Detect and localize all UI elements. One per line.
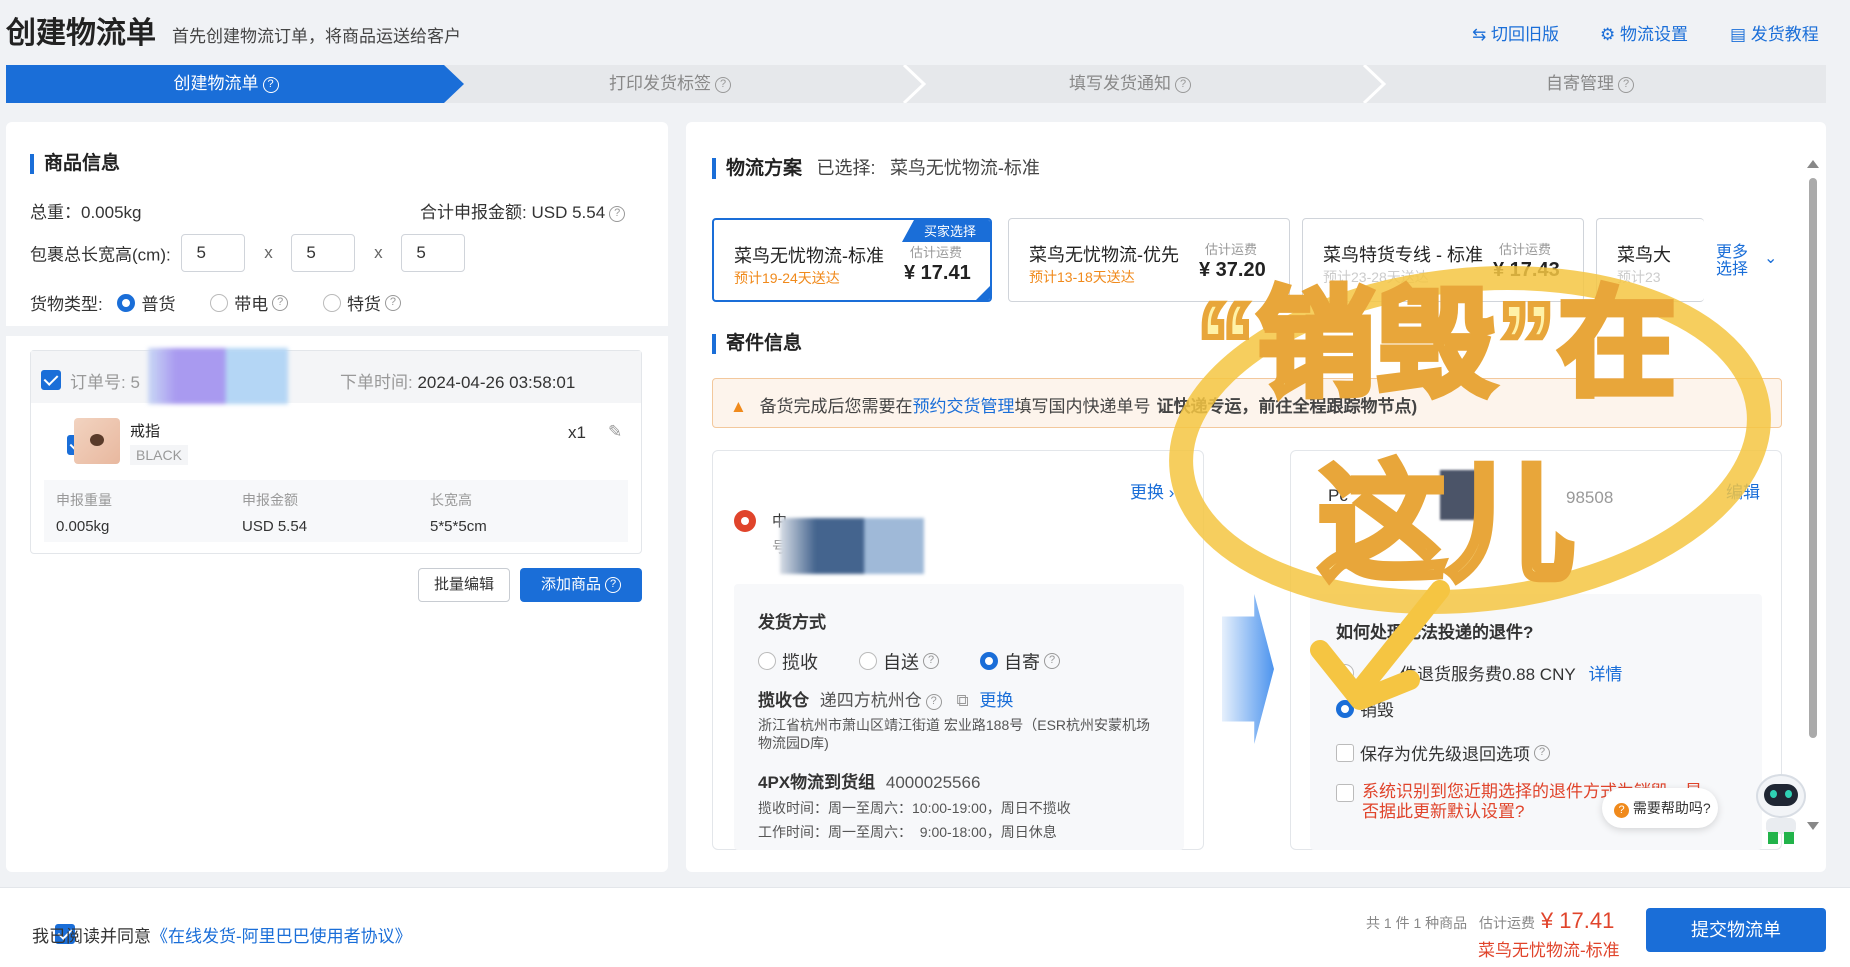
annotation-text-line2: 这儿 <box>1315 450 1577 599</box>
robot-assistant-icon[interactable] <box>1750 774 1812 844</box>
order-number-masked <box>148 348 288 404</box>
batch-edit-button[interactable]: 批量编辑 <box>418 568 510 602</box>
step-create[interactable]: 创建物流单? <box>6 65 446 103</box>
switch-old-link[interactable]: ⇆ 切回旧版 <box>1472 20 1559 45</box>
pickup-time: 揽收时间：周一至周六：10:00-19:00，周日不揽收 <box>758 800 1071 816</box>
order-time: 下单时间: 2024-04-26 03:58:01 <box>340 373 576 392</box>
cargo-type-row: 货物类型: 普货 带电? 特货? <box>30 290 401 315</box>
scroll-down-icon[interactable] <box>1807 822 1819 830</box>
step-print-label[interactable]: 打印发货标签? <box>460 65 880 103</box>
method-dropoff[interactable]: 自送? <box>859 650 940 672</box>
goods-title: 商品信息 <box>30 154 120 174</box>
appointment-link[interactable]: 预约交货管理 <box>913 397 1015 416</box>
help-icon[interactable]: ? <box>923 653 940 669</box>
step-self-send[interactable]: 自寄管理? <box>1380 65 1800 103</box>
copy-icon[interactable]: ⧉ <box>956 691 968 710</box>
cargo-type-general[interactable]: 普货 <box>117 292 175 314</box>
help-icon[interactable]: ? <box>272 294 289 311</box>
step-fill-notice[interactable]: 填写发货通知? <box>920 65 1340 103</box>
width-input[interactable]: 5 <box>291 234 356 272</box>
detail-weight: 0.005kg <box>56 518 110 535</box>
help-icon[interactable]: ? <box>1618 76 1634 93</box>
method-pickup[interactable]: 揽收 <box>758 650 818 672</box>
add-goods-button[interactable]: 添加商品? <box>520 568 642 602</box>
detail-amount: USD 5.54 <box>242 518 308 535</box>
order-checkbox[interactable] <box>41 370 61 390</box>
ship-method-row: 揽收 自送? 自寄? <box>758 648 1061 674</box>
warehouse-row: 揽收仓 递四方杭州仓? ⧉ 更换 <box>758 691 1014 710</box>
warning-icon: ▲ <box>730 397 747 416</box>
help-icon[interactable]: ? <box>715 76 731 93</box>
detail-header-weight: 申报重量 <box>56 492 112 508</box>
item-qty: x1 <box>568 423 586 442</box>
agreement-link[interactable]: 《在线发货-阿里巴巴使用者协议》 <box>151 927 412 946</box>
summary-row: 共 1 件 1 种商品 估计运费 ¥ 17.41 <box>1366 908 1615 933</box>
help-icon: ? <box>605 577 621 594</box>
divider <box>6 326 668 336</box>
length-input[interactable]: 5 <box>181 234 246 272</box>
agree-text: 我已阅读并同意《在线发货-阿里巴巴使用者协议》 <box>32 927 412 946</box>
page-subtitle: 首先创建物流订单，将商品运送给客户 <box>172 27 461 46</box>
item-variant: BLACK <box>130 445 188 465</box>
warehouse-address: 浙江省杭州市萧山区靖江街道 宏业路188号（ESR杭州安蒙机场物流园D库) <box>758 717 1151 751</box>
submit-button[interactable]: 提交物流单 <box>1646 908 1826 952</box>
help-bubble[interactable]: ? 需要帮助吗? <box>1602 788 1718 828</box>
logistics-header: 物流方案 已选择: 菜鸟无忧物流-标准 <box>712 154 1040 180</box>
help-icon[interactable]: ? <box>262 76 279 93</box>
sender-title: 寄件信息 <box>712 334 802 354</box>
ship-method-title: 发货方式 <box>758 613 826 632</box>
order-number: 订单号: 5 <box>70 373 140 392</box>
scroll-up-icon[interactable] <box>1807 160 1819 168</box>
annotation-text-line1: “销毁”在 <box>1193 276 1679 414</box>
option-cainiao-standard[interactable]: 买家选择 菜鸟无忧物流-标准 预计19-24天送达 估计运费 ¥ 17.41 <box>712 218 992 302</box>
warehouse-change-link[interactable]: 更换 <box>979 691 1013 710</box>
item-name: 戒指 <box>130 423 161 440</box>
cargo-type-battery[interactable]: 带电? <box>210 292 289 314</box>
help-icon[interactable]: ? <box>1175 76 1191 93</box>
help-icon[interactable]: ? <box>384 294 401 311</box>
item-thumbnail <box>74 418 120 464</box>
detail-header-amount: 申报金额 <box>242 492 298 508</box>
page-title: 创建物流单 <box>6 17 156 50</box>
item-detail-box <box>44 480 628 542</box>
logistics-settings-link[interactable]: ⚙ 物流设置 <box>1600 20 1688 45</box>
help-icon[interactable]: ? <box>609 205 626 222</box>
edit-icon[interactable]: ✎ <box>608 422 622 442</box>
total-weight: 总重：0.005kg <box>30 203 142 222</box>
shipping-tutorial-link[interactable]: ▤ 发货教程 <box>1730 20 1819 45</box>
help-circle-icon: ? <box>1614 803 1629 818</box>
declared-total: 合计申报金额: USD 5.54? <box>420 198 626 223</box>
work-time: 工作时间：周一至周六： 9:00-18:00，周日休息 <box>758 824 1057 840</box>
method-self-send[interactable]: 自寄? <box>980 650 1061 672</box>
dims-row: 包裹总长宽高(cm): 5 x 5 x 5 <box>30 234 466 272</box>
help-icon[interactable]: ? <box>925 693 942 710</box>
cargo-type-special[interactable]: 特货? <box>322 292 401 314</box>
contact-group-row: 4PX物流到货组 4000025566 <box>758 773 981 792</box>
location-pin-icon <box>734 510 756 532</box>
height-input[interactable]: 5 <box>401 234 466 272</box>
selected-corner-icon <box>976 286 990 300</box>
buyer-choice-tag: 买家选择 <box>901 220 990 242</box>
detail-header-dims: 长宽高 <box>430 492 472 508</box>
gear-icon: ⚙ <box>1600 25 1616 44</box>
summary-plan: 菜鸟无忧物流-标准 <box>1478 941 1620 960</box>
detail-dims: 5*5*5cm <box>430 518 487 535</box>
help-icon[interactable]: ? <box>1044 653 1061 669</box>
document-icon: ▤ <box>1730 25 1747 44</box>
sender-address-masked <box>780 518 924 574</box>
switch-icon: ⇆ <box>1472 25 1487 44</box>
